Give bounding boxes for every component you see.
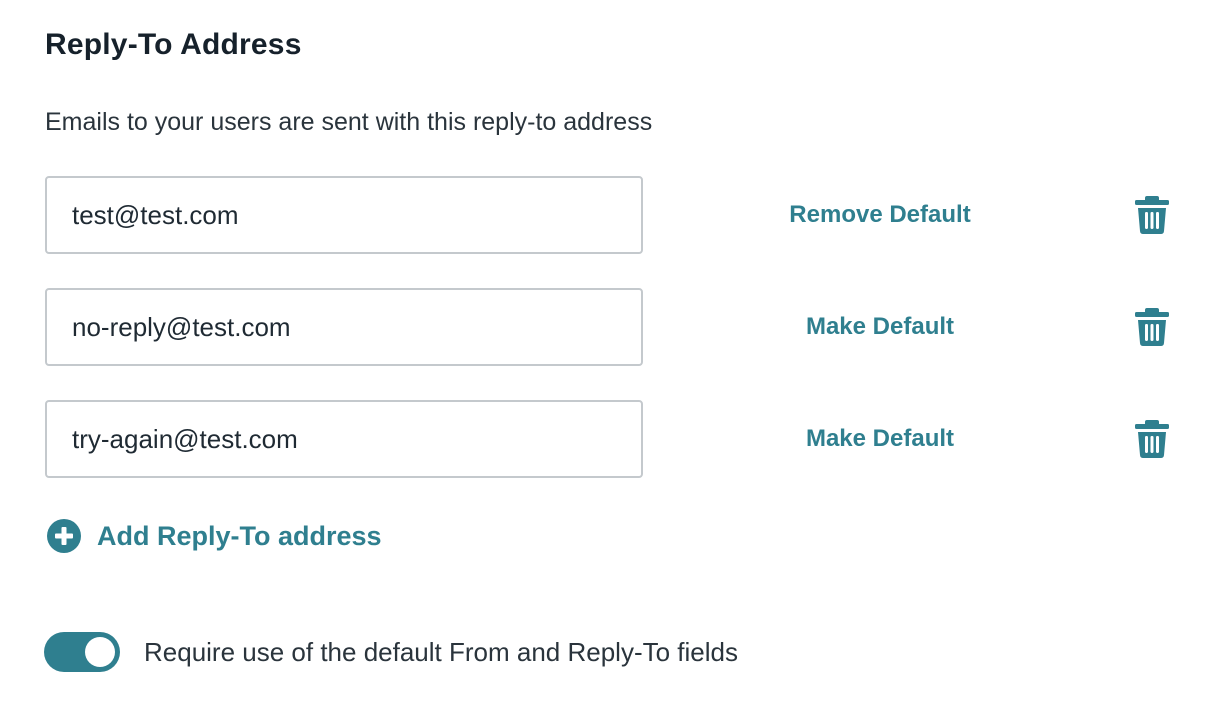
trash-icon[interactable]	[1135, 308, 1169, 346]
require-defaults-label: Require use of the default From and Repl…	[144, 636, 738, 667]
remove-default-button[interactable]: Remove Default	[745, 176, 1015, 254]
trash-icon[interactable]	[1135, 196, 1169, 234]
email-field[interactable]	[45, 400, 643, 478]
require-defaults-toggle[interactable]	[44, 632, 120, 672]
reply-to-settings: Reply-To Address Emails to your users ar…	[0, 0, 1224, 708]
require-defaults-setting: Require use of the default From and Repl…	[44, 630, 738, 674]
section-description: Emails to your users are sent with this …	[45, 108, 653, 136]
trash-icon[interactable]	[1135, 420, 1169, 458]
make-default-button[interactable]: Make Default	[745, 288, 1015, 366]
email-field[interactable]	[45, 176, 643, 254]
address-row: Make Default	[45, 288, 1185, 366]
email-field[interactable]	[45, 288, 643, 366]
section-title: Reply-To Address	[45, 28, 302, 61]
address-row: Make Default	[45, 400, 1185, 478]
address-row: Remove Default	[45, 176, 1185, 254]
make-default-button[interactable]: Make Default	[745, 400, 1015, 478]
add-reply-to-button[interactable]: Add Reply-To address	[47, 516, 382, 556]
plus-circle-icon	[47, 519, 81, 553]
toggle-knob	[85, 637, 115, 667]
add-reply-to-label: Add Reply-To address	[97, 520, 382, 551]
